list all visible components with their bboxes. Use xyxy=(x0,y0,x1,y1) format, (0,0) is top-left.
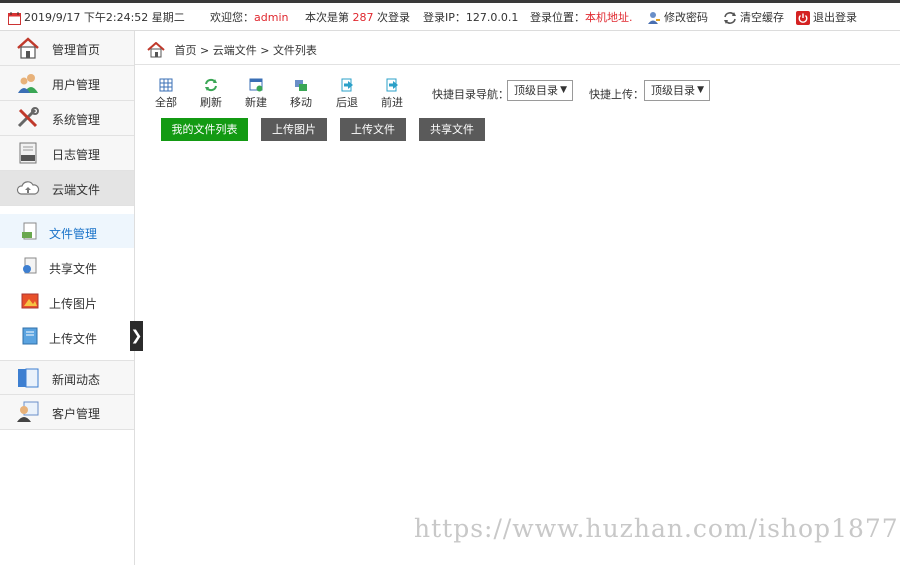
logout-label: 退出登录 xyxy=(813,11,857,24)
login-location-prefix: 登录位置： xyxy=(530,11,585,24)
quick-upload-label: 快捷上传： xyxy=(589,88,644,101)
back-button[interactable]: 后退 xyxy=(332,78,362,110)
change-password-label: 修改密码 xyxy=(664,11,708,24)
change-password-link[interactable]: 修改密码 xyxy=(647,9,708,25)
clear-cache-link[interactable]: 清空缓存 xyxy=(723,9,784,25)
log-icon xyxy=(19,142,37,164)
tab-shared-files[interactable]: 共享文件 xyxy=(419,118,485,141)
quick-nav-select[interactable]: 顶级目录 ▼ xyxy=(507,80,573,101)
welcome-prefix: 欢迎您： xyxy=(210,11,254,24)
refresh-arrows-icon xyxy=(724,12,736,24)
home-icon xyxy=(17,37,39,59)
tools-icon xyxy=(17,107,39,128)
sidebar-item-users[interactable]: 用户管理 xyxy=(0,66,134,101)
upload-image-icon xyxy=(21,293,39,309)
sidebar-item-label: 系统管理 xyxy=(52,113,101,127)
breadcrumb-current: 文件列表 xyxy=(272,44,317,57)
home-icon xyxy=(147,41,165,58)
sidebar-item-system[interactable]: 系统管理 xyxy=(0,101,134,136)
login-count-number: 287 xyxy=(352,11,374,24)
sidebar-subitem-label: 文件管理 xyxy=(49,227,98,241)
sidebar-item-home[interactable]: 管理首页 xyxy=(0,31,134,66)
breadcrumb-home[interactable]: 首页 xyxy=(175,44,197,57)
sidebar-item-label: 日志管理 xyxy=(52,148,101,162)
logout-link[interactable]: 退出登录 xyxy=(796,9,857,25)
new-label: 新建 xyxy=(245,96,267,109)
sidebar-subitem-label: 共享文件 xyxy=(49,262,98,276)
refresh-label: 刷新 xyxy=(200,96,222,109)
new-button[interactable]: 新建 xyxy=(241,78,271,110)
user-key-icon xyxy=(648,12,660,24)
move-button[interactable]: 移动 xyxy=(286,78,316,110)
datetime-text: 2019/9/17 下午2:24:52 星期二 xyxy=(24,11,185,24)
back-label: 后退 xyxy=(336,96,358,109)
breadcrumb-separator: > xyxy=(260,44,270,57)
datetime-display: 2019/9/17 下午2:24:52 星期二 xyxy=(8,9,185,25)
forward-button[interactable]: 前进 xyxy=(377,78,407,110)
clear-cache-label: 清空缓存 xyxy=(740,11,784,24)
sidebar-item-label: 管理首页 xyxy=(52,43,101,57)
tab-upload-file[interactable]: 上传文件 xyxy=(340,118,406,141)
users-icon xyxy=(18,74,38,93)
share-file-icon xyxy=(23,257,37,274)
all-button[interactable]: 全部 xyxy=(151,78,181,110)
sidebar-item-label: 客户管理 xyxy=(52,407,101,421)
forward-icon xyxy=(386,78,398,92)
refresh-button[interactable]: 刷新 xyxy=(196,78,226,110)
sidebar-collapse-handle[interactable]: ❯ xyxy=(130,321,143,351)
dropdown-arrow-icon: ▼ xyxy=(697,85,704,95)
breadcrumb-divider xyxy=(135,64,900,65)
cloud-icon xyxy=(16,181,40,195)
all-label: 全部 xyxy=(155,96,177,109)
login-count-suffix: 次登录 xyxy=(377,11,410,24)
top-status-bar: 2019/9/17 下午2:24:52 星期二 欢迎您：admin 本次是第 2… xyxy=(0,0,900,31)
username: admin xyxy=(254,11,289,24)
news-icon xyxy=(18,368,39,388)
move-label: 移动 xyxy=(290,96,312,109)
forward-label: 前进 xyxy=(381,96,403,109)
breadcrumb: 首页 > 云端文件 > 文件列表 xyxy=(147,41,317,64)
refresh-icon xyxy=(205,78,217,92)
quick-nav-label: 快捷目录导航： xyxy=(432,88,509,101)
tab-my-files[interactable]: 我的文件列表 xyxy=(161,118,248,141)
customer-icon xyxy=(17,401,39,422)
watermark: https://www.huzhan.com/ishop18772 xyxy=(414,514,900,543)
quick-upload-value: 顶级目录 xyxy=(651,84,695,97)
sidebar-item-label: 新闻动态 xyxy=(52,373,101,387)
tab-upload-image[interactable]: 上传图片 xyxy=(261,118,327,141)
sidebar-item-news[interactable]: 新闻动态 xyxy=(0,360,134,395)
move-icon xyxy=(295,80,307,91)
chevron-right-icon: ❯ xyxy=(130,328,143,344)
sidebar-subitem-file-manage[interactable]: 文件管理 xyxy=(0,214,134,248)
breadcrumb-separator: > xyxy=(200,44,210,57)
grid-icon xyxy=(159,78,173,92)
sidebar-item-customers[interactable]: 客户管理 xyxy=(0,395,134,430)
dropdown-arrow-icon: ▼ xyxy=(560,85,567,95)
back-icon xyxy=(341,78,353,92)
sidebar-item-logs[interactable]: 日志管理 xyxy=(0,136,134,171)
sidebar: 管理首页 用户管理 系统管理 日志管理 云端文件 文件管理 共享文件 上传图片 … xyxy=(0,31,135,565)
login-count: 本次是第 287 次登录 xyxy=(305,9,410,25)
upload-file-icon xyxy=(22,327,38,345)
sidebar-item-label: 云端文件 xyxy=(52,183,101,197)
calendar-icon xyxy=(8,11,21,25)
login-ip: 登录IP：127.0.0.1 xyxy=(423,11,519,24)
sidebar-subitem-label: 上传文件 xyxy=(49,332,98,346)
breadcrumb-section[interactable]: 云端文件 xyxy=(213,44,257,57)
power-icon xyxy=(796,11,810,25)
sidebar-subitem-upload-image[interactable]: 上传图片 xyxy=(0,284,134,318)
welcome-text: 欢迎您：admin xyxy=(210,9,288,25)
quick-upload-select[interactable]: 顶级目录 ▼ xyxy=(644,80,710,101)
login-location-value: 本机地址. xyxy=(585,11,633,24)
login-location: 登录位置：本机地址. xyxy=(530,9,633,25)
sidebar-item-label: 用户管理 xyxy=(52,78,101,92)
quick-nav-value: 顶级目录 xyxy=(514,84,558,97)
sidebar-item-cloud-files[interactable]: 云端文件 xyxy=(0,171,134,206)
new-window-icon xyxy=(249,78,263,92)
login-count-prefix: 本次是第 xyxy=(305,11,349,24)
sidebar-subitem-label: 上传图片 xyxy=(49,297,98,311)
sidebar-subitem-upload-file[interactable]: 上传文件 xyxy=(0,319,134,353)
sidebar-subitem-share-files[interactable]: 共享文件 xyxy=(0,249,134,283)
file-manage-icon xyxy=(22,222,37,240)
